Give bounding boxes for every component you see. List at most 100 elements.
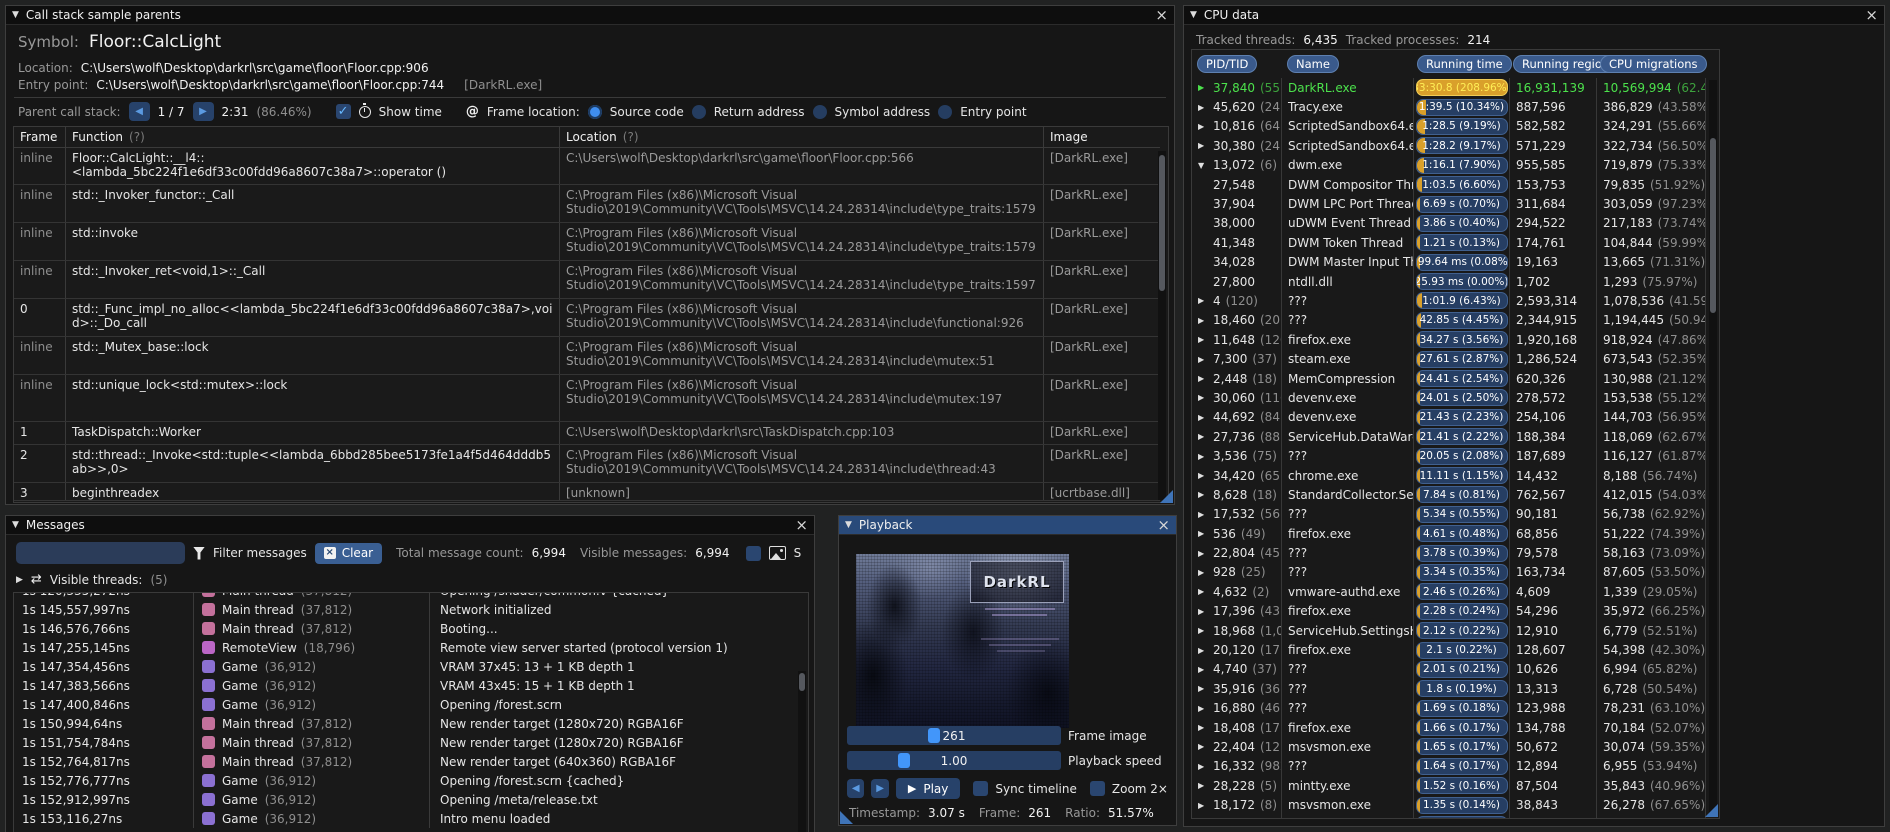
visible-threads-row[interactable]: ▶ ⇄ Visible threads: (5) bbox=[16, 572, 167, 587]
table-row[interactable]: ▶16,332 (982) ??? 1.64 s (0.17%) 12,894 … bbox=[1192, 756, 1711, 777]
frame-image-slider[interactable]: 261 bbox=[847, 726, 1061, 745]
message-row[interactable]: 1s 152,764,817ns Main thread (37,812) Ne… bbox=[14, 752, 808, 771]
expand-icon[interactable]: ▶ bbox=[1198, 83, 1208, 92]
table-row[interactable]: ▶ 10,816 (64) ScriptedSandbox64.exe 1:28.… bbox=[1192, 116, 1711, 137]
col-cpu-migrations[interactable]: CPU migrations bbox=[1600, 55, 1707, 73]
close-icon[interactable]: × bbox=[1157, 517, 1170, 533]
table-row[interactable]: ▶ 18,460 (20) ??? 42.85 s (4.45%) 2,344,9… bbox=[1192, 310, 1711, 331]
table-row[interactable]: inline std::_Invoker_ret<void,1>::_Call C:… bbox=[14, 261, 1160, 299]
resize-grip[interactable] bbox=[1705, 804, 1718, 817]
table-row[interactable]: ▶ 18,172 (8) msvsmon.exe 1.35 s (0.14%) 3… bbox=[1192, 795, 1711, 815]
table-row[interactable]: ▼ 13,072 (6) dwm.exe 1:16.1 (7.90%) 955,5… bbox=[1192, 155, 1711, 175]
message-row[interactable]: 1s 120,335,272ns Main thread (37,812) Op… bbox=[14, 593, 808, 600]
play-button[interactable]: ▶ Play bbox=[895, 778, 961, 799]
show-images-checkbox[interactable] bbox=[745, 545, 761, 561]
expand-icon[interactable]: ▶ bbox=[1198, 529, 1208, 538]
collapse-icon[interactable]: ▼ bbox=[1190, 10, 1197, 20]
slider-grab[interactable] bbox=[898, 753, 911, 768]
expand-icon[interactable]: ▶ bbox=[1198, 103, 1208, 112]
message-row[interactable]: 1s 146,576,766ns Main thread (37,812) Bo… bbox=[14, 619, 808, 638]
expand-icon[interactable]: ▶ bbox=[1198, 626, 1208, 635]
expand-icon[interactable]: ▶ bbox=[1198, 335, 1208, 344]
col-name[interactable]: Name bbox=[1287, 55, 1339, 73]
table-row[interactable]: ▶16,880 (46) ??? 1.69 s (0.18%) 123,988 … bbox=[1192, 698, 1711, 718]
expand-icon[interactable]: ▶ bbox=[16, 575, 23, 585]
cpu-scrollbar[interactable] bbox=[1709, 80, 1717, 816]
expand-icon[interactable]: ▼ bbox=[1198, 161, 1208, 170]
table-row[interactable]: ▶34,420 (65) chrome.exe 11.11 s (1.15%) … bbox=[1192, 465, 1711, 486]
table-row[interactable]: ▶17,396 (43) firefox.exe 2.28 s (0.24%) … bbox=[1192, 601, 1711, 621]
message-row[interactable]: 1s 153,116,27ns Game (36,912) Intro menu… bbox=[14, 809, 808, 828]
clear-button[interactable]: × Clear bbox=[314, 542, 383, 564]
message-row[interactable]: 1s 152,912,997ns Game (36,912) Opening /… bbox=[14, 790, 808, 809]
table-row[interactable]: inline Floor::CalcLight::__l4::<lambda_5b… bbox=[14, 148, 1160, 185]
table-row[interactable]: ▶ 8,628 (18) StandardCollector.Service.ex… bbox=[1192, 485, 1711, 505]
expand-icon[interactable]: ▶ bbox=[1198, 723, 1208, 732]
table-row[interactable]: ▶ 11,648 (120) firefox.exe 34.27 s (3.56%… bbox=[1192, 330, 1711, 350]
zoom-2x-checkbox[interactable] bbox=[1089, 781, 1105, 796]
sync-timeline-checkbox[interactable] bbox=[973, 781, 989, 796]
expand-icon[interactable]: ▶ bbox=[1198, 374, 1208, 383]
table-row[interactable]: ▶22,404 (12) msvsmon.exe 1.65 s (0.17%) … bbox=[1192, 737, 1711, 757]
expand-icon[interactable]: ▶ bbox=[1198, 490, 1208, 499]
expand-icon[interactable]: ▶ bbox=[1198, 549, 1208, 558]
col-function[interactable]: Function (?) bbox=[66, 127, 560, 147]
table-row[interactable]: 37,904 DWM LPC Port Thread 6.69 s (0.70%… bbox=[1192, 194, 1711, 214]
table-row[interactable]: ▶ 536 (49) firefox.exe 4.61 s (0.48%) 68,… bbox=[1192, 523, 1711, 544]
table-row[interactable]: ▶18,408 (17) firefox.exe 1.66 s (0.17%) … bbox=[1192, 717, 1711, 738]
message-row[interactable]: 1s 152,776,777ns Game (36,912) Opening /… bbox=[14, 771, 808, 790]
scrollbar-thumb[interactable] bbox=[799, 673, 805, 691]
table-row[interactable]: ▶ 30,060 (116) devenv.exe 24.01 s (2.50%)… bbox=[1192, 388, 1711, 408]
table-row[interactable]: ▶ 2,448 (18) MemCompression 24.41 s (2.54… bbox=[1192, 368, 1711, 389]
message-row[interactable]: 1s 147,400,846ns Game (36,912) Opening /… bbox=[14, 695, 808, 714]
expand-icon[interactable]: ▶ bbox=[1198, 568, 1208, 577]
radio-source-code[interactable] bbox=[587, 104, 602, 119]
prev-stack-button[interactable]: ◀ bbox=[128, 102, 150, 121]
message-row[interactable]: 1s 145,557,997ns Main thread (37,812) Ne… bbox=[14, 600, 808, 619]
prev-frame-button[interactable]: ◀ bbox=[847, 779, 865, 798]
expand-icon[interactable]: ▶ bbox=[1198, 665, 1208, 674]
table-row[interactable]: ▶ 3,536 (75) ??? 20.05 s (2.08%) 187,689 … bbox=[1192, 446, 1711, 466]
table-row[interactable]: ▶ 35,916 (36) ??? 1.8 s (0.19%) 13,313 6,… bbox=[1192, 679, 1711, 699]
table-row[interactable]: inline std::_Invoker_functor::_Call C:\Pro… bbox=[14, 185, 1160, 223]
expand-icon[interactable]: ▶ bbox=[1198, 510, 1208, 519]
table-row[interactable]: 41,348 DWM Token Thread 1.21 s (0.13%) 1… bbox=[1192, 233, 1711, 253]
table-row[interactable]: ▶ 30,380 (24) ScriptedSandbox64.exe 1:28.… bbox=[1192, 136, 1711, 156]
expand-icon[interactable]: ▶ bbox=[1198, 762, 1208, 771]
close-icon[interactable]: × bbox=[795, 517, 808, 533]
table-row[interactable]: 3 beginthreadex [unknown] [ucrtbase.dll] bbox=[14, 483, 1160, 501]
table-row[interactable]: inline std::invoke C:\Program Files (x86)\… bbox=[14, 223, 1160, 261]
callstack-scrollbar[interactable] bbox=[1158, 151, 1166, 500]
table-row[interactable]: 34,028 DWM Master Input Thread 799.64 ms… bbox=[1192, 252, 1711, 272]
col-frame[interactable]: Frame bbox=[14, 127, 66, 147]
message-row[interactable]: 1s 147,354,456ns Game (36,912) VRAM 37x4… bbox=[14, 657, 808, 676]
message-row[interactable]: 1s 147,383,566ns Game (36,912) VRAM 43x4… bbox=[14, 676, 808, 695]
col-running-time[interactable]: Running time bbox=[1417, 55, 1512, 73]
expand-icon[interactable]: ▶ bbox=[1198, 296, 1208, 305]
table-row[interactable]: ▶ 45,620 (24) Tracy.exe 1:39.5 (10.34%) 8… bbox=[1192, 97, 1711, 117]
messages-scrollbar[interactable] bbox=[798, 671, 806, 832]
col-pid-tid[interactable]: PID/TID bbox=[1197, 55, 1258, 73]
expand-icon[interactable]: ▶ bbox=[1198, 122, 1208, 131]
table-row[interactable]: 27,548 DWM Compositor Thread 1:03.5 (6.6… bbox=[1192, 174, 1711, 195]
expand-icon[interactable]: ▶ bbox=[1198, 393, 1208, 402]
table-row[interactable]: ▶ 17,532 (56) ??? 5.34 s (0.55%) 90,181 5… bbox=[1192, 504, 1711, 524]
expand-icon[interactable]: ▶ bbox=[1198, 646, 1208, 655]
next-frame-button[interactable]: ▶ bbox=[871, 779, 889, 798]
table-row[interactable]: 27,800 ntdll.dll 25.93 ms (0.00%) 1,702 … bbox=[1192, 271, 1711, 292]
collapse-icon[interactable]: ▼ bbox=[12, 10, 19, 20]
table-row[interactable]: ▶ 22,804 (45) ??? 3.78 s (0.39%) 79,578 5… bbox=[1192, 543, 1711, 563]
message-row[interactable]: 1s 150,994,64ns Main thread (37,812) New… bbox=[14, 714, 808, 733]
filter-input[interactable] bbox=[16, 542, 185, 564]
playback-speed-slider[interactable]: 1.00 bbox=[847, 751, 1061, 770]
scrollbar-thumb[interactable] bbox=[1710, 138, 1716, 313]
table-row[interactable]: ▶ 27,736 (88) ServiceHub.DataWarehouse 21… bbox=[1192, 427, 1711, 447]
expand-icon[interactable]: ▶ bbox=[1198, 452, 1208, 461]
radio-entry-point[interactable] bbox=[938, 104, 953, 119]
resize-grip[interactable] bbox=[840, 811, 853, 824]
collapse-icon[interactable]: ▼ bbox=[845, 520, 852, 530]
resize-grip[interactable] bbox=[1160, 490, 1173, 503]
scrollbar-thumb[interactable] bbox=[1159, 155, 1165, 291]
expand-icon[interactable]: ▶ bbox=[1198, 704, 1208, 713]
message-row[interactable]: 1s 147,255,145ns RemoteView (18,796) Rem… bbox=[14, 638, 808, 657]
